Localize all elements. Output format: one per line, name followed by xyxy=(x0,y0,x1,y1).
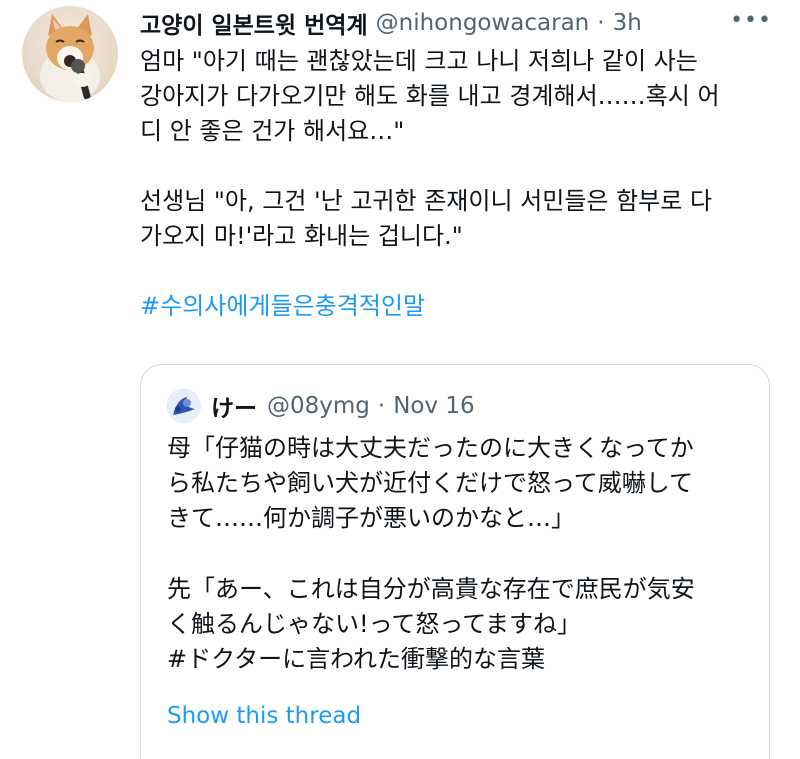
tweet[interactable]: 고양이 일본트윗 번역계 @nihongowacaran · 3h ••• 엄마… xyxy=(0,0,800,759)
hashtag-link[interactable]: #수의사에게들은충격적인말 xyxy=(140,289,425,324)
display-name[interactable]: 고양이 일본트윗 번역계 xyxy=(140,6,368,40)
flower-avatar-icon xyxy=(167,389,201,423)
text-line: 가오지 마!'라고 화내는 겁니다." xyxy=(140,222,463,250)
text-line: 강아지가 다가오기만 해도 화를 내고 경계해서……혹시 어 xyxy=(140,82,720,110)
separator-dot: · xyxy=(377,393,386,419)
text-line: きて……何か調子が悪いのかなと…」 xyxy=(167,504,575,532)
tweet-text: 엄마 "아기 때는 괜찮았는데 크고 나니 저희나 같이 사는 강아지가 다가오… xyxy=(140,44,790,324)
quoted-user-handle[interactable]: @08ymg xyxy=(267,393,370,419)
cat-avatar-icon xyxy=(40,14,100,102)
separator-dot: · xyxy=(597,10,605,36)
text-line: ら私たちや飼い犬が近付くだけで怒って威嚇して xyxy=(167,469,694,497)
timestamp[interactable]: 3h xyxy=(613,10,642,36)
user-avatar[interactable] xyxy=(22,6,118,102)
text-line: く触るんじゃない!って怒ってますね」 xyxy=(167,610,582,638)
more-options-icon[interactable]: ••• xyxy=(730,8,772,33)
quoted-tweet[interactable]: けー @08ymg · Nov 16 母「仔猫の時は大丈夫だったのに大きくなって… xyxy=(140,364,770,759)
text-line: #ドクターに言われた衝撃的な言葉 xyxy=(167,645,545,673)
quoted-timestamp[interactable]: Nov 16 xyxy=(393,393,474,419)
quoted-user-avatar[interactable] xyxy=(167,389,201,423)
text-line: 母「仔猫の時は大丈夫だったのに大きくなってか xyxy=(167,434,694,462)
text-line: 디 안 좋은 건가 해서요…" xyxy=(140,117,405,145)
quoted-tweet-text: 母「仔猫の時は大丈夫だったのに大きくなってか ら私たちや飼い犬が近付くだけで怒っ… xyxy=(167,431,757,677)
text-line: 선생님 "아, 그건 '난 고귀한 존재이니 서민들은 함부로 다 xyxy=(140,187,713,215)
tweet-header: 고양이 일본트윗 번역계 @nihongowacaran · 3h ••• xyxy=(140,6,780,40)
quoted-display-name[interactable]: けー xyxy=(211,389,257,423)
quoted-tweet-header: けー @08ymg · Nov 16 xyxy=(167,389,475,423)
text-line: 엄마 "아기 때는 괜찮았는데 크고 나니 저희나 같이 사는 xyxy=(140,47,698,75)
text-line: 先「あー、これは自分が高貴な存在で庶民が気安 xyxy=(167,575,695,603)
user-handle[interactable]: @nihongowacaran xyxy=(376,10,590,36)
show-thread-link[interactable]: Show this thread xyxy=(167,703,361,729)
